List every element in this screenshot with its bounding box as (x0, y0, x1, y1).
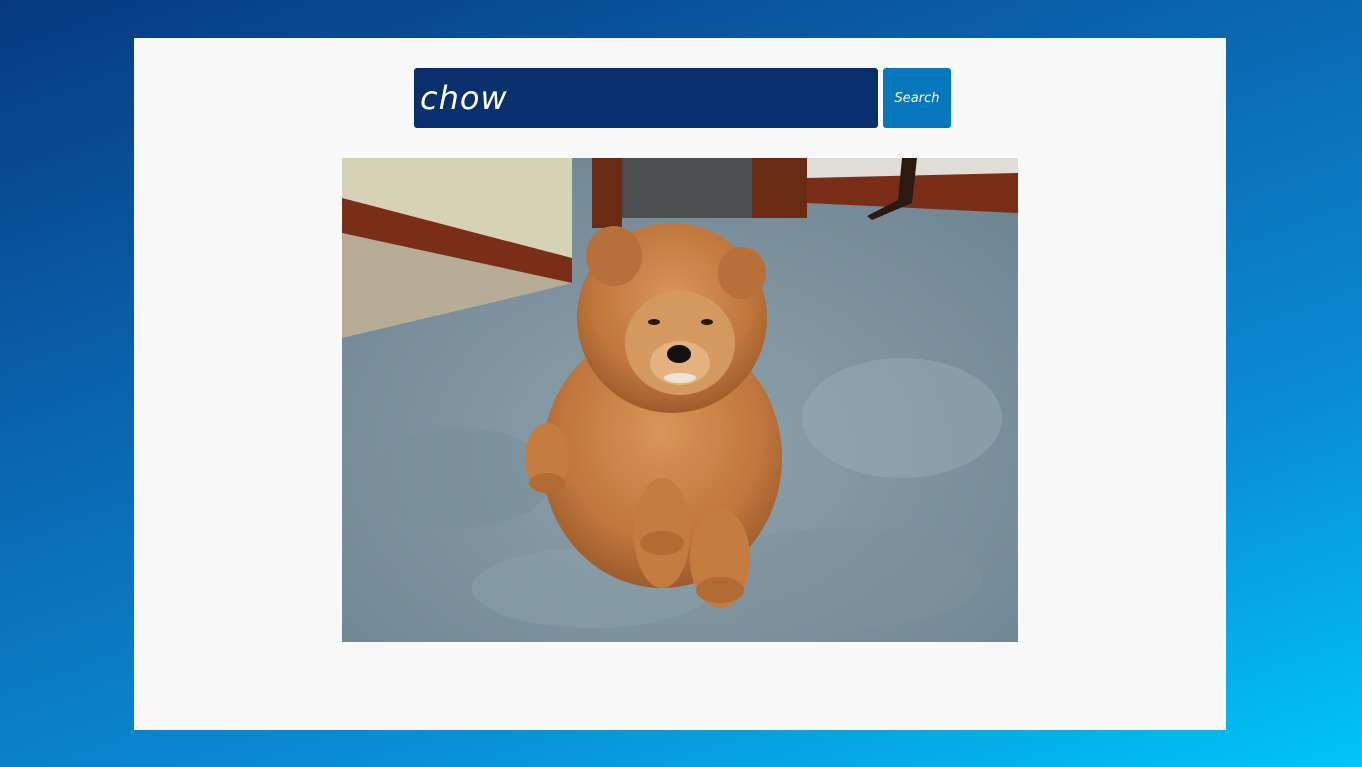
search-input[interactable] (414, 68, 878, 128)
search-button[interactable]: Search (883, 68, 951, 128)
main-card: Search (134, 38, 1226, 730)
chow-puppy-illustration (342, 158, 1018, 642)
result-image (342, 158, 1018, 642)
search-bar: Search (414, 68, 951, 128)
